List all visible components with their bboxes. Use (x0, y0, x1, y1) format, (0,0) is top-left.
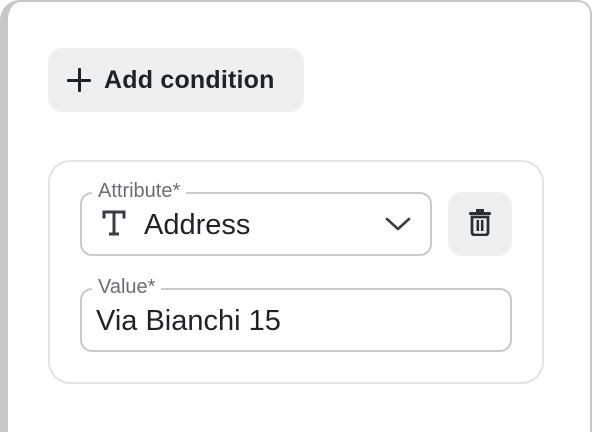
value-input[interactable] (96, 304, 496, 338)
attribute-field-label: Attribute* (92, 179, 187, 203)
text-type-icon (102, 208, 126, 238)
value-field-label: Value* (92, 275, 162, 299)
plus-icon (66, 67, 92, 93)
chevron-down-icon (384, 214, 412, 234)
add-condition-button[interactable]: Add condition (48, 48, 304, 112)
attribute-selected-value: Address (144, 209, 251, 241)
trash-icon (468, 208, 492, 241)
attribute-select[interactable]: Attribute* Address (80, 179, 432, 256)
delete-condition-button[interactable] (448, 192, 512, 256)
value-field: Value* (80, 275, 512, 352)
add-condition-label: Add condition (104, 65, 275, 94)
